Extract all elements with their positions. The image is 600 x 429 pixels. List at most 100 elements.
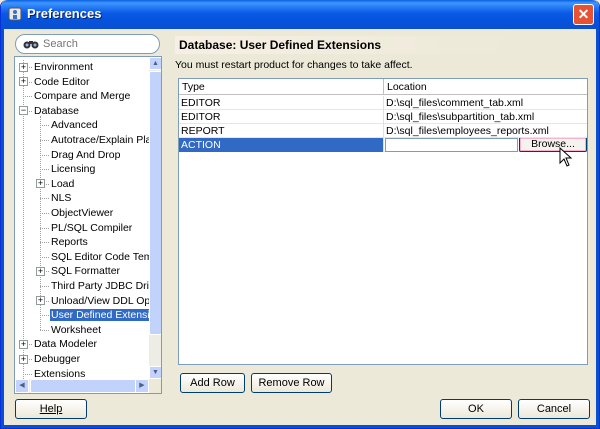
location-cell[interactable]: D:\sql_files\comment_tab.xml — [384, 96, 587, 110]
tree-connector — [40, 227, 49, 229]
scroll-up-arrow-icon[interactable]: ▲ — [149, 57, 161, 70]
tree-connector — [40, 315, 49, 317]
tree-item[interactable]: Code Editor — [33, 75, 90, 89]
tree-item[interactable]: Autotrace/Explain Plan — [50, 133, 149, 147]
close-icon: ✕ — [577, 6, 590, 22]
window-frame-left — [1, 29, 4, 428]
tree-connector — [40, 286, 49, 287]
preferences-dialog: Preferences ✕ Environment + Code Editor + Co… — [0, 0, 600, 429]
ok-button[interactable]: OK — [440, 399, 512, 419]
tree-item-label: Unload/View DDL Option — [51, 294, 149, 307]
tree-item-label: ObjectViewer — [51, 207, 114, 219]
close-button[interactable]: ✕ — [573, 4, 594, 25]
tree-item-label: Worksheet — [51, 323, 101, 336]
tree-connector — [40, 154, 49, 156]
mouse-pointer-icon — [559, 147, 573, 167]
tree-item[interactable]: PL/SQL Compiler — [50, 221, 133, 235]
scrollbar-corner — [149, 379, 161, 393]
tree-item-label: Third Party JDBC Driver — [51, 280, 149, 292]
remove-row-button[interactable]: Remove Row — [251, 373, 332, 393]
tree-connector — [40, 213, 49, 214]
tree-item[interactable]: Unload/View DDL Option — [50, 294, 149, 308]
tree-item[interactable]: Drag And Drop — [50, 148, 121, 162]
column-header-type[interactable]: Type — [179, 79, 384, 95]
help-button[interactable]: Help — [15, 399, 87, 419]
location-cell[interactable]: D:\sql_files\employees_reports.xml — [384, 124, 587, 138]
tree-item-label: Load — [51, 177, 75, 190]
tree-item[interactable]: Worksheet — [50, 323, 102, 337]
tree-item[interactable]: ObjectViewer — [50, 206, 114, 220]
expand-icon[interactable]: + — [19, 77, 28, 87]
window-frame-bottom — [1, 425, 599, 428]
tree-item[interactable]: SQL Editor Code Templa — [50, 250, 149, 264]
type-cell[interactable]: EDITOR — [179, 96, 384, 110]
cancel-button[interactable]: Cancel — [518, 399, 590, 419]
tree-item[interactable]: Reports — [50, 235, 89, 249]
tree-connector — [23, 373, 32, 375]
tree-connector — [23, 96, 32, 98]
tree-item[interactable]: Extensions — [33, 367, 86, 379]
scroll-left-arrow-icon[interactable]: ◀ — [15, 379, 29, 393]
tree-item-label: Reports — [51, 236, 88, 249]
tree-item-label: Drag And Drop — [51, 148, 121, 161]
expand-icon[interactable]: + — [36, 179, 45, 189]
tree-item[interactable]: Compare and Merge — [33, 89, 131, 103]
tree-item-label: Autotrace/Explain Plan — [51, 134, 149, 146]
location-cell-editor[interactable]: Browse... — [384, 138, 587, 152]
expand-icon[interactable]: + — [19, 354, 28, 364]
table-row[interactable]: EDITOR D:\sql_files\comment_tab.xml — [179, 96, 587, 110]
window-title: Preferences — [27, 6, 102, 21]
expand-icon[interactable]: + — [19, 339, 28, 349]
browse-button[interactable]: Browse... — [519, 138, 587, 152]
title-bar[interactable]: Preferences ✕ — [1, 0, 599, 29]
tree-item[interactable]: Licensing — [50, 162, 96, 176]
tree-item[interactable]: Load — [50, 177, 75, 191]
tree-item[interactable]: SQL Formatter — [50, 264, 121, 278]
tree-item-label: Licensing — [51, 163, 96, 176]
tree-item[interactable]: Environment — [33, 60, 94, 74]
scroll-down-arrow-icon[interactable]: ▼ — [149, 366, 161, 379]
tree-horizontal-scrollbar[interactable]: ◀ ▶ — [15, 379, 149, 393]
app-icon — [8, 7, 22, 21]
tree-item[interactable]: Third Party JDBC Driver — [50, 279, 149, 293]
scroll-thumb-horizontal[interactable] — [30, 379, 138, 393]
add-row-button[interactable]: Add Row — [180, 373, 245, 393]
scroll-thumb[interactable] — [149, 71, 161, 335]
tree-connector — [40, 169, 49, 171]
tree-item-label: Debugger — [34, 353, 81, 365]
tree-item[interactable]: NLS — [50, 191, 72, 205]
table-row-editing[interactable]: ACTION Browse... — [179, 138, 587, 152]
table-row[interactable]: REPORT D:\sql_files\employees_reports.xm… — [179, 124, 587, 138]
extensions-table[interactable]: Type Location EDITOR D:\sql_files\commen… — [178, 78, 588, 365]
page-title: Database: User Defined Extensions — [175, 36, 522, 54]
table-row[interactable]: EDITOR D:\sql_files\subpartition_tab.xml — [179, 110, 587, 124]
type-cell[interactable]: ACTION — [179, 138, 384, 152]
tree-item[interactable]: Data Modeler — [33, 337, 98, 351]
preferences-tree[interactable]: Environment + Code Editor + Compare and Merg… — [14, 56, 162, 394]
location-input[interactable] — [385, 138, 518, 152]
scroll-right-arrow-icon[interactable]: ▶ — [135, 379, 149, 393]
expand-icon[interactable]: + — [36, 266, 45, 276]
tree-item[interactable]: Debugger — [33, 352, 81, 366]
tree-item-label: Extensions — [34, 367, 86, 379]
tree-item[interactable]: User Defined Extension — [50, 308, 149, 322]
tree-connector — [40, 140, 49, 141]
collapse-icon[interactable]: − — [19, 106, 28, 116]
tree-connector — [40, 256, 49, 258]
tree-vertical-scrollbar[interactable]: ▲ ▼ — [149, 57, 161, 379]
search-box[interactable] — [15, 34, 160, 54]
tree-item-label: Advanced — [51, 119, 98, 132]
tree-item[interactable]: Advanced — [50, 118, 99, 132]
restart-message: You must restart product for changes to … — [175, 59, 413, 71]
tree-item-label: NLS — [51, 192, 72, 205]
tree-connector — [40, 329, 49, 331]
column-header-location[interactable]: Location — [384, 79, 587, 95]
type-cell[interactable]: REPORT — [179, 124, 384, 138]
type-cell[interactable]: EDITOR — [179, 110, 384, 124]
tree-item[interactable]: Database — [33, 104, 80, 118]
search-input[interactable] — [43, 37, 153, 51]
expand-icon[interactable]: + — [19, 62, 28, 72]
location-cell[interactable]: D:\sql_files\subpartition_tab.xml — [384, 110, 587, 124]
expand-icon[interactable]: + — [36, 296, 45, 306]
tree-item-label: Data Modeler — [34, 338, 98, 351]
